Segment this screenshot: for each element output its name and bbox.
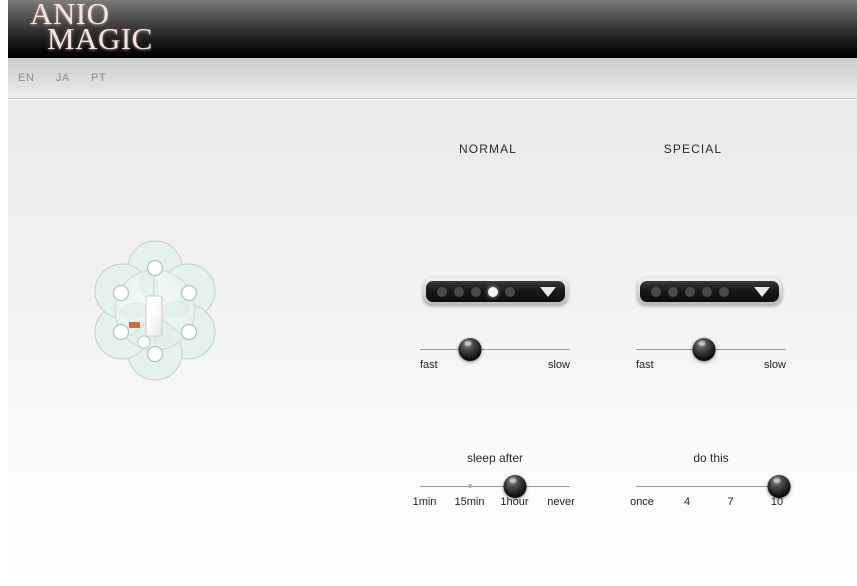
sleep-after-scale: 1min 15min 1hour never [413, 496, 575, 512]
do-this-label: do this [693, 451, 729, 465]
nav-item-ja[interactable]: JA [52, 70, 74, 86]
sparkle-board-image[interactable] [85, 236, 225, 381]
normal-dot-4 [488, 286, 498, 297]
normal-speed-slider[interactable]: fast slow [420, 334, 570, 378]
do-this-slider[interactable]: do this once 4 7 10 [630, 451, 790, 515]
do-this-track[interactable] [636, 486, 786, 487]
language-nav-bar: EN JA PT [8, 58, 857, 99]
special-selector-face [640, 281, 779, 302]
normal-selector-face [426, 281, 565, 302]
normal-column-title: NORMAL [459, 142, 517, 156]
language-nav-list: EN JA PT [14, 70, 110, 86]
nav-item-pt[interactable]: PT [87, 70, 110, 86]
special-dot-4 [702, 286, 712, 297]
normal-speed-max-label: slow [547, 359, 570, 371]
special-speed-max-label: slow [763, 359, 786, 371]
normal-dot-5 [505, 286, 515, 297]
special-dot-3 [685, 286, 695, 297]
sleep-tick-1min: 1min [412, 496, 437, 508]
normal-dot-3 [471, 286, 481, 297]
sleep-after-label: sleep after [466, 451, 524, 465]
special-pattern-selector[interactable] [637, 278, 782, 305]
normal-speed-knob[interactable] [458, 338, 481, 361]
site-logo[interactable]: ANIO MAGIC [21, 0, 153, 55]
special-speed-slider[interactable]: fast slow [636, 334, 786, 378]
page-root: ANIO MAGIC EN JA PT NORMAL SPECIAL fast … [0, 0, 857, 586]
do-this-tick-10: 10 [770, 496, 784, 508]
special-column-title: SPECIAL [663, 142, 723, 156]
board-main-component [145, 295, 163, 337]
do-this-tick-4: 4 [683, 496, 691, 508]
chevron-down-icon[interactable] [754, 286, 770, 297]
special-speed-scale: fast slow [636, 359, 786, 375]
site-header: ANIO MAGIC [8, 0, 857, 58]
chevron-down-icon[interactable] [540, 286, 556, 297]
do-this-tick-once: once [630, 496, 654, 508]
sleep-after-minor-tick [467, 484, 472, 488]
board-chip [129, 322, 140, 328]
special-speed-min-label: fast [636, 359, 654, 371]
sleep-after-knob[interactable] [503, 475, 526, 498]
special-dot-1 [651, 286, 661, 297]
sleep-after-slider[interactable]: sleep after 1min 15min 1hour never [413, 451, 575, 515]
sleep-after-track[interactable] [420, 486, 570, 487]
do-this-knob[interactable] [767, 475, 790, 498]
normal-speed-scale: fast slow [420, 359, 570, 375]
special-dot-2 [668, 286, 678, 297]
board-svg [94, 240, 216, 381]
sleep-tick-1hour: 1hour [500, 496, 529, 508]
sleep-tick-15min: 15min [454, 496, 485, 508]
sleep-tick-never: never [547, 496, 575, 508]
normal-dot-1 [437, 286, 447, 297]
normal-speed-min-label: fast [420, 359, 438, 371]
do-this-scale: once 4 7 10 [630, 496, 786, 512]
normal-dot-2 [454, 286, 464, 297]
normal-speed-track[interactable] [420, 349, 570, 350]
special-dot-5 [719, 286, 729, 297]
special-speed-knob[interactable] [692, 338, 715, 361]
nav-item-en[interactable]: EN [14, 70, 39, 86]
main-content: NORMAL SPECIAL fast slow fast slow sleep… [8, 100, 857, 586]
normal-pattern-selector[interactable] [423, 278, 568, 305]
do-this-tick-7: 7 [727, 496, 734, 508]
